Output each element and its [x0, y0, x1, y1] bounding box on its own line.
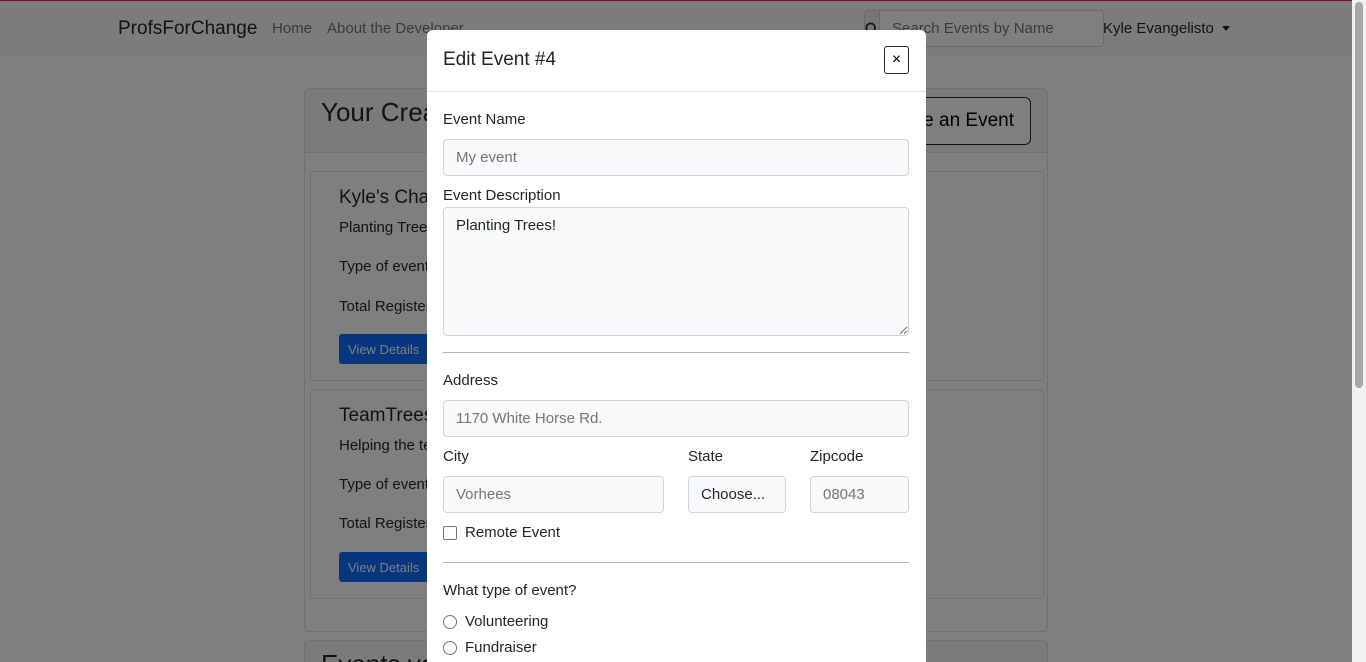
volunteering-radio[interactable] [443, 614, 457, 629]
scrollbar-thumb[interactable] [1355, 2, 1363, 388]
remote-event-checkbox[interactable] [443, 525, 457, 540]
page-scrollbar[interactable] [1352, 0, 1366, 662]
state-select[interactable]: Choose... [688, 476, 786, 513]
fundraiser-radio[interactable] [443, 640, 457, 655]
event-description-textarea[interactable]: Planting Trees! [443, 207, 909, 336]
remote-event-row[interactable]: Remote Event [443, 524, 560, 541]
volunteering-label: Volunteering [465, 613, 549, 630]
event-type-question: What type of event? [443, 582, 577, 599]
event-type-option[interactable]: Fundraiser [443, 639, 537, 656]
fundraiser-label: Fundraiser [465, 639, 537, 656]
close-button[interactable]: × [884, 46, 909, 74]
address-label: Address [443, 372, 499, 389]
event-name-input[interactable] [443, 139, 909, 176]
zipcode-input[interactable] [810, 476, 909, 513]
state-label: State [688, 448, 724, 465]
modal-title: Edit Event #4 [443, 49, 557, 70]
modal-header: Edit Event #4 × [427, 30, 926, 92]
divider [443, 352, 909, 353]
event-name-label: Event Name [443, 111, 526, 128]
event-description-label: Event Description [443, 187, 561, 204]
zipcode-label: Zipcode [810, 448, 864, 465]
city-label: City [443, 448, 469, 465]
address-input[interactable] [443, 400, 909, 437]
remote-event-label: Remote Event [465, 524, 561, 541]
event-type-option[interactable]: Volunteering [443, 613, 548, 630]
divider [443, 562, 909, 563]
edit-event-modal: Edit Event #4 × Event Name Event Descrip… [427, 30, 926, 662]
city-input[interactable] [443, 476, 664, 513]
